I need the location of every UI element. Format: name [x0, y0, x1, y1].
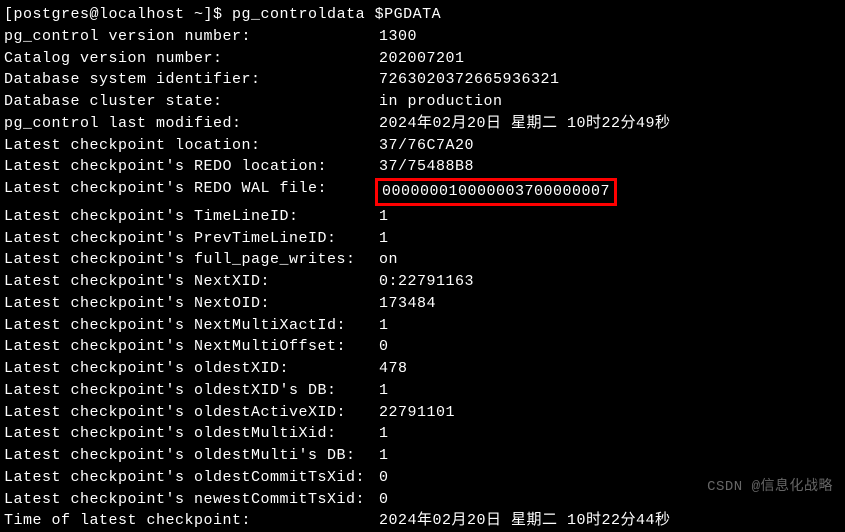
output-value: 1300: [379, 26, 417, 48]
output-row: Latest checkpoint's oldestActiveXID: 227…: [4, 402, 841, 424]
output-label: Latest checkpoint's TimeLineID:: [4, 206, 379, 228]
output-row: pg_control version number: 1300: [4, 26, 841, 48]
shell-command: pg_controldata $PGDATA: [232, 6, 441, 23]
output-row: Database system identifier: 726302037266…: [4, 69, 841, 91]
output-value: 1: [379, 380, 389, 402]
output-value: 478: [379, 358, 408, 380]
output-row: Latest checkpoint's TimeLineID: 1: [4, 206, 841, 228]
output-label: Latest checkpoint's NextMultiXactId:: [4, 315, 379, 337]
output-value: 1: [379, 445, 389, 467]
output-label: Latest checkpoint's oldestCommitTsXid:: [4, 467, 379, 489]
output-value: 1: [379, 315, 389, 337]
output-value: 0: [379, 336, 389, 358]
output-row: Catalog version number: 202007201: [4, 48, 841, 70]
output-value: 37/76C7A20: [379, 135, 474, 157]
output-value: 1: [379, 423, 389, 445]
output-row: pg_control last modified: 2024年02月20日 星期…: [4, 113, 841, 135]
output-label: Catalog version number:: [4, 48, 379, 70]
output-value: 0: [379, 467, 389, 489]
output-row: Latest checkpoint's REDO location: 37/75…: [4, 156, 841, 178]
shell-prompt: [postgres@localhost ~]$: [4, 6, 232, 23]
output-label: Latest checkpoint's REDO WAL file:: [4, 178, 379, 206]
output-row: Latest checkpoint's oldestCommitTsXid:0: [4, 467, 841, 489]
output-row: Database cluster state: in production: [4, 91, 841, 113]
output-label: Latest checkpoint location:: [4, 135, 379, 157]
output-value: 22791101: [379, 402, 455, 424]
output-value: 37/75488B8: [379, 156, 474, 178]
output-row: Time of latest checkpoint: 2024年02月20日 星…: [4, 510, 841, 532]
output-value: 173484: [379, 293, 436, 315]
output-label: Latest checkpoint's REDO location:: [4, 156, 379, 178]
output-row: Latest checkpoint's newestCommitTsXid:0: [4, 489, 841, 511]
output-value: on: [379, 249, 398, 271]
terminal-output: pg_control version number: 1300Catalog v…: [4, 26, 841, 532]
output-label: Database cluster state:: [4, 91, 379, 113]
terminal-prompt-line: [postgres@localhost ~]$ pg_controldata $…: [4, 4, 841, 26]
output-label: Latest checkpoint's NextMultiOffset:: [4, 336, 379, 358]
output-row: Latest checkpoint's NextXID: 0:22791163: [4, 271, 841, 293]
output-label: Latest checkpoint's oldestXID:: [4, 358, 379, 380]
output-label: Latest checkpoint's oldestMulti's DB:: [4, 445, 379, 467]
output-label: Latest checkpoint's NextOID:: [4, 293, 379, 315]
output-value: in production: [379, 91, 503, 113]
output-row: Latest checkpoint's oldestXID's DB: 1: [4, 380, 841, 402]
output-label: Latest checkpoint's full_page_writes:: [4, 249, 379, 271]
output-label: Latest checkpoint's oldestMultiXid:: [4, 423, 379, 445]
output-label: pg_control version number:: [4, 26, 379, 48]
output-row: Latest checkpoint's NextMultiXactId: 1: [4, 315, 841, 337]
output-label: Latest checkpoint's oldestActiveXID:: [4, 402, 379, 424]
output-value: 2024年02月20日 星期二 10时22分44秒: [379, 510, 671, 532]
output-row: Latest checkpoint's oldestXID: 478: [4, 358, 841, 380]
output-value: 2024年02月20日 星期二 10时22分49秒: [379, 113, 671, 135]
output-label: Latest checkpoint's newestCommitTsXid:: [4, 489, 379, 511]
output-row: Latest checkpoint location: 37/76C7A20: [4, 135, 841, 157]
output-label: Time of latest checkpoint:: [4, 510, 379, 532]
output-label: Latest checkpoint's oldestXID's DB:: [4, 380, 379, 402]
output-value: 7263020372665936321: [379, 69, 560, 91]
output-row: Latest checkpoint's NextMultiOffset: 0: [4, 336, 841, 358]
output-value: 0: [379, 489, 389, 511]
output-row: Latest checkpoint's oldestMultiXid: 1: [4, 423, 841, 445]
output-value: 1: [379, 228, 389, 250]
output-label: Latest checkpoint's PrevTimeLineID:: [4, 228, 379, 250]
output-label: Database system identifier:: [4, 69, 379, 91]
output-row: Latest checkpoint's full_page_writes: on: [4, 249, 841, 271]
output-row: Latest checkpoint's PrevTimeLineID: 1: [4, 228, 841, 250]
output-label: Latest checkpoint's NextXID:: [4, 271, 379, 293]
output-value: 1: [379, 206, 389, 228]
output-row: Latest checkpoint's REDO WAL file: 00000…: [4, 178, 841, 206]
output-row: Latest checkpoint's NextOID: 173484: [4, 293, 841, 315]
output-value-highlighted: 000000010000003700000007: [375, 178, 617, 206]
output-value: 0:22791163: [379, 271, 474, 293]
output-label: pg_control last modified:: [4, 113, 379, 135]
output-value: 202007201: [379, 48, 465, 70]
output-row: Latest checkpoint's oldestMulti's DB: 1: [4, 445, 841, 467]
